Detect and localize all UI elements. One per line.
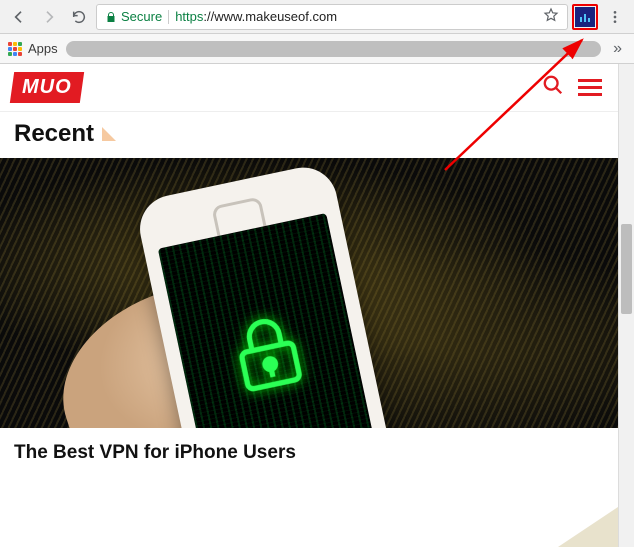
star-icon	[543, 7, 559, 23]
apps-grid-icon	[8, 42, 22, 56]
forward-button[interactable]	[36, 4, 62, 30]
hamburger-icon	[578, 79, 602, 82]
section-heading: Recent	[0, 112, 618, 158]
accent-triangle-icon	[102, 127, 116, 141]
extension-button[interactable]	[575, 7, 595, 27]
site-logo[interactable]: MUO	[10, 72, 84, 103]
bookmark-placeholder[interactable]	[66, 41, 601, 57]
site-search-button[interactable]	[542, 74, 564, 101]
arrow-right-icon	[41, 9, 57, 25]
more-vert-icon	[607, 9, 623, 25]
bookmarks-overflow-button[interactable]: »	[609, 40, 626, 58]
url-text: https://www.makeuseof.com	[175, 9, 337, 24]
lock-icon	[105, 11, 117, 23]
arrow-left-icon	[11, 9, 27, 25]
vertical-scrollbar[interactable]	[618, 64, 634, 547]
reload-icon	[71, 9, 87, 25]
bars-icon	[580, 12, 590, 22]
secure-label: Secure	[121, 9, 162, 24]
article-hero-image[interactable]	[0, 158, 618, 428]
page-curl-decoration	[558, 507, 618, 547]
reload-button[interactable]	[66, 4, 92, 30]
address-bar[interactable]: Secure https://www.makeuseof.com	[96, 4, 568, 30]
site-header: MUO	[0, 64, 618, 112]
bookmark-star-button[interactable]	[543, 7, 559, 26]
extension-highlight	[572, 4, 598, 30]
bookmarks-bar: Apps »	[0, 34, 634, 64]
section-title-text: Recent	[14, 120, 94, 148]
divider	[168, 10, 169, 24]
apps-label: Apps	[28, 41, 58, 56]
secure-indicator: Secure	[105, 9, 162, 24]
site-menu-button[interactable]	[574, 75, 606, 100]
browser-toolbar: Secure https://www.makeuseof.com	[0, 0, 634, 34]
scrollbar-thumb[interactable]	[621, 224, 632, 314]
search-icon	[542, 74, 564, 96]
web-page: MUO Recent	[0, 64, 618, 547]
chrome-menu-button[interactable]	[602, 4, 628, 30]
article-title[interactable]: The Best VPN for iPhone Users	[0, 428, 618, 486]
page-viewport: MUO Recent	[0, 64, 634, 547]
apps-shortcut[interactable]: Apps	[8, 41, 58, 56]
back-button[interactable]	[6, 4, 32, 30]
